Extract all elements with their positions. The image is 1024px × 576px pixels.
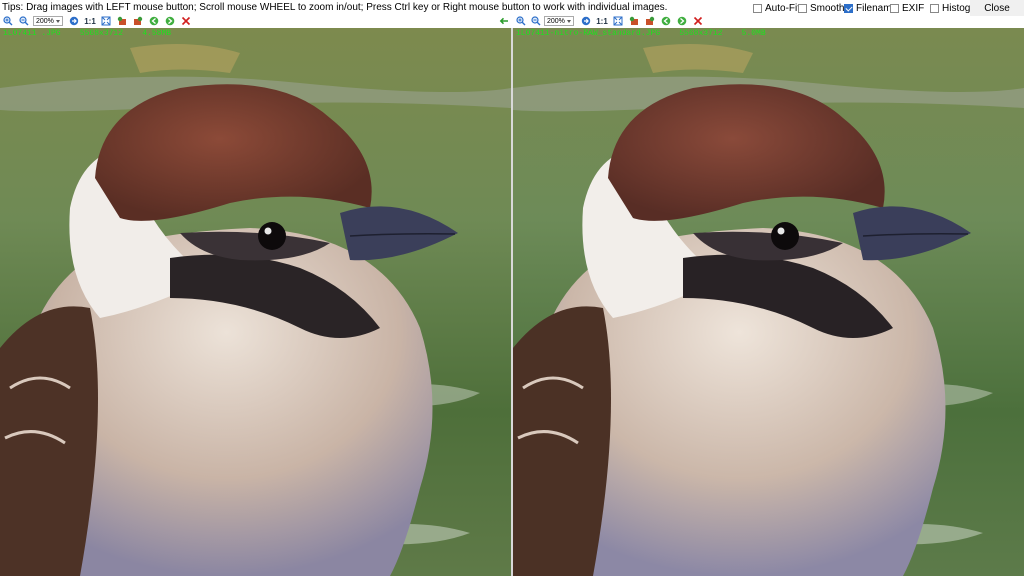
- right-dimensions: 5568x3712: [679, 29, 723, 38]
- fit-arrow-icon[interactable]: [581, 16, 591, 26]
- next-image-icon[interactable]: [165, 16, 175, 26]
- close-button[interactable]: Close: [970, 0, 1024, 16]
- right-filename: 1LO7411-nitro-RAW_standard.JPG: [516, 29, 661, 38]
- zoom-out-icon[interactable]: [531, 16, 541, 26]
- zoom-out-icon[interactable]: [19, 16, 29, 26]
- fit-arrow-icon[interactable]: [69, 16, 79, 26]
- smooth-check[interactable]: [798, 3, 807, 13]
- left-toolbar: 200% 1:1: [0, 16, 512, 28]
- left-filename: 1LO7411 .JPG: [3, 29, 61, 38]
- next-image-icon[interactable]: [677, 16, 687, 26]
- sparrow-photo-left[interactable]: [0, 28, 511, 576]
- right-filesize: 5.0MB: [741, 29, 766, 38]
- rotate-right-icon[interactable]: [133, 16, 143, 26]
- exif-checkbox[interactable]: EXIF: [890, 2, 924, 14]
- close-image-icon[interactable]: [181, 16, 191, 26]
- right-image-info: 1LO7411-nitro-RAW_standard.JPG 5568x3712…: [516, 29, 766, 38]
- one-to-one-button[interactable]: 1:1: [596, 16, 608, 26]
- sync-left-arrow-icon[interactable]: [499, 16, 509, 26]
- one-to-one-button[interactable]: 1:1: [84, 16, 96, 26]
- filename-check[interactable]: [844, 3, 853, 13]
- left-filesize: 4.58MB: [142, 29, 172, 38]
- fit-window-icon[interactable]: [613, 16, 623, 26]
- left-dimensions: 5568x3712: [79, 29, 124, 38]
- auto-fit-label: Auto-Fit: [765, 2, 801, 14]
- top-bar: Tips: Drag images with LEFT mouse button…: [0, 0, 1024, 16]
- rotate-left-icon[interactable]: [117, 16, 127, 26]
- rotate-left-icon[interactable]: [629, 16, 639, 26]
- rotate-right-icon[interactable]: [645, 16, 655, 26]
- smooth-label: Smooth: [810, 2, 845, 14]
- smooth-checkbox[interactable]: Smooth: [798, 2, 844, 14]
- left-image-panel[interactable]: 1LO7411 .JPG 5568x3712 4.58MB: [0, 28, 511, 576]
- exif-label: EXIF: [902, 2, 925, 14]
- auto-fit-checkbox[interactable]: Auto-Fit: [753, 2, 800, 14]
- histogram-check[interactable]: [930, 3, 939, 13]
- exif-check[interactable]: [890, 3, 899, 13]
- auto-fit-check[interactable]: [753, 3, 762, 13]
- fit-window-icon[interactable]: [101, 16, 111, 26]
- left-image-info: 1LO7411 .JPG 5568x3712 4.58MB: [3, 29, 171, 38]
- right-image-panel[interactable]: 1LO7411-nitro-RAW_standard.JPG 5568x3712…: [513, 28, 1024, 576]
- previous-image-icon[interactable]: [661, 16, 671, 26]
- zoom-in-icon[interactable]: [3, 16, 13, 26]
- sparrow-photo-right[interactable]: [513, 28, 1024, 576]
- zoom-in-icon[interactable]: [516, 16, 526, 26]
- tips-text: Tips: Drag images with LEFT mouse button…: [2, 2, 668, 13]
- close-image-icon[interactable]: [693, 16, 703, 26]
- zoom-level-select[interactable]: 200%: [544, 16, 574, 26]
- previous-image-icon[interactable]: [149, 16, 159, 26]
- right-toolbar: 200% 1:1: [512, 16, 1024, 28]
- zoom-level-select[interactable]: 200%: [33, 16, 63, 26]
